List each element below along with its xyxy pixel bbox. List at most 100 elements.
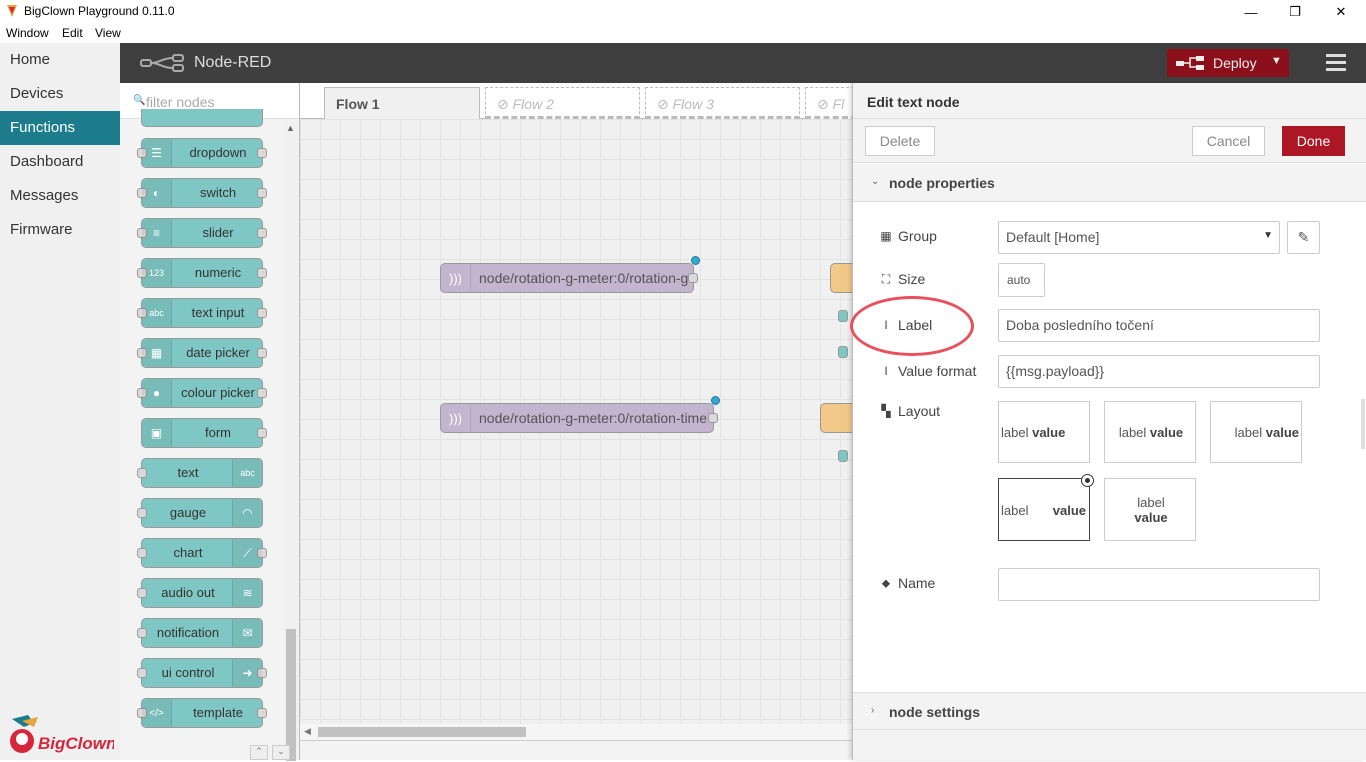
value-format-label: I Value format bbox=[879, 363, 976, 379]
tab-flow-2[interactable]: ⊘ Flow 2 bbox=[485, 87, 640, 119]
dashboard-node-partial[interactable] bbox=[838, 310, 848, 322]
tab-flow-1[interactable]: Flow 1 bbox=[324, 87, 480, 120]
dashboard-node-partial[interactable] bbox=[838, 450, 848, 462]
workspace-hscrollbar[interactable]: ◀ bbox=[300, 724, 852, 740]
layout-option-row-right[interactable]: label value bbox=[1210, 401, 1302, 463]
bigclown-app-icon bbox=[7, 5, 17, 17]
menu-window[interactable]: Window bbox=[6, 26, 49, 40]
flow-canvas[interactable]: ))) node/rotation-g-meter:0/rotation-g )… bbox=[300, 119, 852, 724]
bigclown-logo-icon: BigClown bbox=[10, 715, 116, 753]
sidebar-item-firmware[interactable]: Firmware bbox=[0, 213, 120, 247]
palette-scrollbar[interactable]: ▲ bbox=[284, 121, 298, 761]
palette-node-audio-out[interactable]: ≋ audio out bbox=[137, 578, 263, 608]
minimize-button[interactable]: — bbox=[1228, 0, 1274, 24]
palette-node-notification[interactable]: ✉ notification bbox=[137, 618, 263, 648]
label-input[interactable]: Doba posledního točení bbox=[998, 309, 1320, 342]
tag-icon: ⬥ bbox=[881, 575, 891, 590]
edit-node-tray: Edit text node Delete Cancel Done ⌄ node… bbox=[852, 83, 1366, 760]
calendar-icon: ▦ bbox=[142, 339, 172, 367]
palette-node-form[interactable]: ▣ form bbox=[141, 418, 267, 448]
tray-header: Edit text node bbox=[853, 83, 1366, 119]
layout-option-row-center[interactable]: label value bbox=[1104, 401, 1196, 463]
deploy-button[interactable]: Deploy ▼ bbox=[1167, 49, 1289, 77]
mqtt-in-node-rotation-time[interactable]: ))) node/rotation-g-meter:0/rotation-tim… bbox=[440, 396, 720, 433]
sliders-icon: ≡ bbox=[142, 219, 172, 247]
palette-node-date-picker[interactable]: ▦ date picker bbox=[137, 338, 267, 368]
edit-group-button[interactable]: ✎ bbox=[1287, 221, 1320, 254]
chart-icon: ⟋ bbox=[232, 539, 262, 567]
scroll-left-icon[interactable]: ◀ bbox=[304, 726, 311, 737]
tab-flow-4[interactable]: ⊘ Fl bbox=[805, 87, 852, 119]
form-icon: ▣ bbox=[142, 419, 172, 447]
menubar: Window Edit View bbox=[0, 24, 1366, 43]
collapse-down-icon[interactable]: ⌄ bbox=[272, 745, 290, 760]
layout-option-column[interactable]: label value bbox=[1104, 478, 1196, 541]
layout-option-row-left[interactable]: label value bbox=[998, 401, 1090, 463]
scroll-up-icon[interactable]: ▲ bbox=[286, 123, 295, 133]
mqtt-in-node-rotation-g[interactable]: ))) node/rotation-g-meter:0/rotation-g bbox=[440, 256, 700, 293]
select-caret-icon: ▼ bbox=[1263, 230, 1273, 241]
envelope-icon: ✉ bbox=[232, 619, 262, 647]
output-port[interactable] bbox=[708, 413, 718, 423]
function-node-partial[interactable] bbox=[820, 403, 852, 433]
sidebar-item-devices[interactable]: Devices bbox=[0, 77, 120, 111]
group-select[interactable]: Default [Home] ▼ bbox=[998, 221, 1280, 254]
sidebar-item-home[interactable]: Home bbox=[0, 43, 120, 77]
flow-tabs: Flow 1 ⊘ Flow 2 ⊘ Flow 3 ⊘ Fl bbox=[300, 83, 852, 120]
pencil-icon: ✎ bbox=[1297, 229, 1310, 245]
sidebar-item-functions[interactable]: Functions bbox=[0, 111, 120, 145]
function-node-partial[interactable] bbox=[830, 263, 852, 293]
palette-node-ui-control[interactable]: ➜ ui control bbox=[137, 658, 267, 688]
menu-edit[interactable]: Edit bbox=[62, 26, 83, 40]
cancel-button[interactable]: Cancel bbox=[1192, 126, 1265, 156]
layout-option-row-spread[interactable]: label value bbox=[998, 474, 1094, 541]
sidebar-item-messages[interactable]: Messages bbox=[0, 179, 120, 213]
status-dot bbox=[711, 396, 720, 405]
palette-node-colour-picker[interactable]: ● colour picker bbox=[137, 378, 267, 408]
tab-flow-3[interactable]: ⊘ Flow 3 bbox=[645, 87, 800, 119]
window-titlebar: BigClown Playground 0.11.0 — ❐ ✕ bbox=[0, 0, 1366, 24]
menu-view[interactable]: View bbox=[95, 26, 121, 40]
output-port[interactable] bbox=[688, 273, 698, 283]
collapse-up-icon[interactable]: ⌃ bbox=[250, 745, 268, 760]
palette-node-template[interactable]: </> template bbox=[137, 698, 267, 728]
workspace-scroll-thumb[interactable] bbox=[318, 727, 526, 737]
sidebar-item-dashboard[interactable]: Dashboard bbox=[0, 145, 120, 179]
deploy-label: Deploy bbox=[1213, 55, 1257, 71]
name-label: ⬥ Name bbox=[879, 575, 936, 591]
size-button[interactable]: auto bbox=[998, 263, 1045, 297]
palette-node-slider[interactable]: ≡ slider bbox=[137, 218, 267, 248]
chevron-right-icon: › bbox=[871, 705, 875, 716]
caret-down-icon[interactable]: ▼ bbox=[1271, 55, 1282, 67]
palette-node-partial[interactable] bbox=[141, 109, 263, 127]
deploy-icon bbox=[1176, 56, 1204, 70]
nodered-logo-icon bbox=[140, 54, 184, 72]
node-properties-header[interactable]: ⌄ node properties bbox=[853, 164, 1366, 202]
palette-node-numeric[interactable]: 123 numeric bbox=[137, 258, 267, 288]
tray-scroll-handle[interactable] bbox=[1361, 399, 1365, 449]
maximize-button[interactable]: ❐ bbox=[1272, 0, 1318, 24]
palette-node-dropdown[interactable]: ☰ dropdown bbox=[137, 138, 267, 168]
palette-node-text[interactable]: abc text bbox=[137, 458, 263, 488]
close-button[interactable]: ✕ bbox=[1318, 0, 1364, 24]
radio-waves-icon: ))) bbox=[441, 264, 471, 292]
done-button[interactable]: Done bbox=[1282, 126, 1345, 156]
value-format-input[interactable]: {{msg.payload}} bbox=[998, 355, 1320, 388]
app-sidebar: Home Devices Functions Dashboard Message… bbox=[0, 43, 120, 760]
chevron-down-icon: ⌄ bbox=[871, 176, 880, 187]
palette-node-chart[interactable]: ⟋ chart bbox=[137, 538, 267, 568]
size-label: ⛶ Size bbox=[879, 271, 925, 287]
palette-node-switch[interactable]: ◐ switch bbox=[137, 178, 267, 208]
node-settings-header[interactable]: › node settings bbox=[853, 692, 1366, 730]
hamburger-menu-icon[interactable] bbox=[1326, 54, 1346, 72]
size-icon: ⛶ bbox=[881, 271, 891, 286]
dashboard-node-partial[interactable] bbox=[838, 346, 848, 358]
delete-button[interactable]: Delete bbox=[865, 126, 935, 156]
grid-icon: ▚ bbox=[881, 404, 891, 418]
palette-node-gauge[interactable]: ◠ gauge bbox=[137, 498, 263, 528]
palette-scroll-thumb[interactable] bbox=[286, 629, 296, 761]
name-input[interactable] bbox=[998, 568, 1320, 601]
tray-toolbar: Delete Cancel Done bbox=[853, 119, 1366, 163]
radio-waves-icon: ))) bbox=[441, 404, 471, 432]
palette-node-text-input[interactable]: abc text input bbox=[137, 298, 267, 328]
